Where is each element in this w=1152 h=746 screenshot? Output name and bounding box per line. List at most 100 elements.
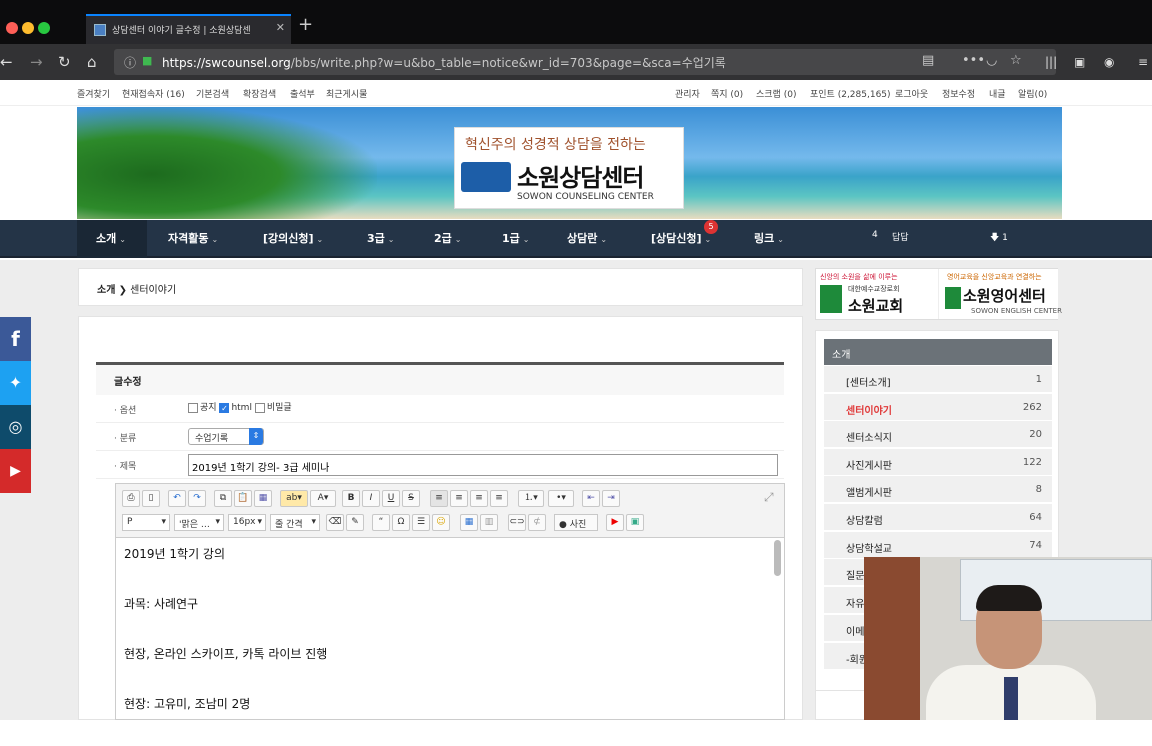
undo-icon[interactable]: ↶	[168, 490, 186, 507]
reload-icon[interactable]: ↻	[58, 53, 71, 71]
emoticon-icon[interactable]: ☺	[432, 514, 450, 531]
bold-icon[interactable]: B	[342, 490, 360, 507]
copy-icon[interactable]: ⧉	[214, 490, 232, 507]
editor-content[interactable]: 2019년 1학기 강의 과목: 사례연구 현장, 온라인 스카이프, 카톡 라…	[124, 546, 327, 746]
menu-icon[interactable]: ≡	[1138, 53, 1148, 71]
sidebar-toggle-icon[interactable]: ▣	[1074, 53, 1085, 71]
font-select[interactable]: '맑은 … ▾	[174, 514, 224, 531]
sidebar-item-counsel-column[interactable]: 상담칼럼 64	[824, 504, 1052, 531]
youtube-social-icon[interactable]: ▶	[0, 449, 31, 493]
toplink-my-posts[interactable]: 내글	[989, 87, 1006, 100]
church-ad[interactable]: 신앙의 소원을 삶에 이루는 대한예수교장로회 소원교회	[816, 269, 937, 319]
toplink-recent-posts[interactable]: 최근게시물	[326, 87, 367, 100]
eraser-icon[interactable]: ⌫	[326, 514, 344, 531]
horizontal-rule-icon[interactable]: ☰	[412, 514, 430, 531]
toplink-current-users[interactable]: 현재접속자 (16)	[122, 87, 185, 100]
browser-tab[interactable]: 상담센터 이야기 글수정 | 소원상담센 ✕	[86, 14, 291, 44]
sidebar-item-center-intro[interactable]: [센터소개] 1	[824, 366, 1052, 393]
redo-icon[interactable]: ↷	[188, 490, 206, 507]
menu-item-links[interactable]: 링크 ⌄	[754, 230, 784, 246]
account-icon[interactable]: ◉	[1104, 53, 1114, 71]
unordered-list-icon[interactable]: •▾	[548, 490, 574, 507]
strikethrough-icon[interactable]: S	[402, 490, 420, 507]
secret-checkbox[interactable]	[254, 402, 265, 413]
link-icon[interactable]: ⊂⊃	[508, 514, 526, 531]
blockquote-icon[interactable]: “	[372, 514, 390, 531]
expand-editor-icon[interactable]: ⤢	[764, 490, 774, 505]
close-window-icon[interactable]	[6, 22, 18, 34]
home-icon[interactable]: ⌂	[87, 53, 97, 71]
info-icon[interactable]: ⓘ	[124, 54, 136, 71]
format-painter-icon[interactable]: ✎	[346, 514, 364, 531]
underline-icon[interactable]: U	[382, 490, 400, 507]
sidebar-item-album-board[interactable]: 앨범게시판 8	[824, 476, 1052, 503]
toplink-edit-info[interactable]: 정보수정	[942, 87, 975, 100]
menu-item-qualification[interactable]: 자격활동 ⌄	[168, 230, 218, 246]
format-select[interactable]: P ▾	[122, 514, 170, 531]
close-tab-icon[interactable]: ✕	[276, 21, 285, 34]
editor-scrollbar[interactable]	[773, 540, 782, 720]
forward-icon[interactable]: →	[30, 53, 43, 71]
align-justify-icon[interactable]: ≡	[490, 490, 508, 507]
scrollbar-thumb[interactable]	[774, 540, 781, 576]
subject-input[interactable]: 2019년 1학기 강의- 3급 세미나	[188, 454, 778, 476]
menu-item-counsel[interactable]: 상담란 ⌄	[567, 230, 607, 246]
html-checkbox[interactable]: ✓	[219, 402, 230, 413]
menu-extra-label[interactable]: 답답	[892, 230, 909, 243]
youtube-icon[interactable]: ▶	[606, 514, 624, 531]
unlink-icon[interactable]: ⊄	[528, 514, 546, 531]
toplink-favorites[interactable]: 즐겨찾기	[77, 87, 110, 100]
library-icon[interactable]: |||	[1045, 53, 1057, 71]
menu-item-level2[interactable]: 2급 ⌄	[434, 230, 461, 246]
font-size-select[interactable]: 16px ▾	[228, 514, 266, 531]
italic-icon[interactable]: I	[362, 490, 380, 507]
minimize-window-icon[interactable]	[22, 22, 34, 34]
english-center-ad[interactable]: 영어교육을 신앙교육과 연결하는 소원영어센터 SOWON ENGLISH CE…	[938, 269, 1062, 319]
print-icon[interactable]: ⎙	[122, 490, 140, 507]
site-logo[interactable]: 혁신주의 성경적 상담을 전하는 소원상담센터 SOWON COUNSELING…	[454, 127, 684, 209]
page-actions-icon[interactable]: •••	[962, 53, 985, 68]
align-right-icon[interactable]: ≡	[470, 490, 488, 507]
back-icon[interactable]: ←	[0, 53, 13, 71]
breadcrumb-parent[interactable]: 소개	[97, 285, 115, 296]
select-all-icon[interactable]: ▦	[254, 490, 272, 507]
toplink-alerts[interactable]: 알림(0)	[1018, 87, 1047, 100]
twitter-icon[interactable]: ✦	[0, 361, 31, 405]
instagram-icon[interactable]: ◎	[0, 405, 31, 449]
image-icon[interactable]: ▣	[626, 514, 644, 531]
new-document-icon[interactable]: ▯	[142, 490, 160, 507]
line-height-select[interactable]: 줄 간격 ▾	[270, 514, 320, 531]
outdent-icon[interactable]: ⇤	[582, 490, 600, 507]
toplink-admin[interactable]: 관리자	[675, 87, 700, 100]
menu-item-level3[interactable]: 3급 ⌄	[367, 230, 394, 246]
new-tab-icon[interactable]: +	[298, 14, 313, 35]
toplink-logout[interactable]: 로그아웃	[895, 87, 928, 100]
toplink-scrap[interactable]: 스크랩 (0)	[756, 87, 796, 100]
font-color-icon[interactable]: A▾	[310, 490, 336, 507]
sidebar-item-counsel-sermon[interactable]: 상담학설교 74	[824, 532, 1052, 559]
align-left-icon[interactable]: ≡	[430, 490, 448, 507]
table-edit-icon[interactable]: ▥	[480, 514, 498, 531]
ordered-list-icon[interactable]: ⒈▾	[518, 490, 544, 507]
sidebar-item-newsletter[interactable]: 센터소식지 20	[824, 421, 1052, 448]
toplink-extended-search[interactable]: 확장검색	[243, 87, 276, 100]
toplink-attendance[interactable]: 출석부	[290, 87, 315, 100]
notice-checkbox[interactable]	[188, 402, 198, 413]
toplink-basic-search[interactable]: 기본검색	[196, 87, 229, 100]
paste-icon[interactable]: 📋	[234, 490, 252, 507]
indent-icon[interactable]: ⇥	[602, 490, 620, 507]
special-char-icon[interactable]: Ω	[392, 514, 410, 531]
menu-item-intro[interactable]: 소개 ⌄	[96, 230, 126, 246]
toplink-memo[interactable]: 쪽지 (0)	[711, 87, 743, 100]
facebook-icon[interactable]: f	[0, 317, 31, 361]
pocket-icon[interactable]: ◡	[986, 53, 997, 68]
maximize-window-icon[interactable]	[38, 22, 50, 34]
url-bar[interactable]: ⓘ ■ https://swcounsel.org/bbs/write.php?…	[114, 49, 1056, 75]
bookmark-star-icon[interactable]: ☆	[1010, 53, 1022, 68]
align-center-icon[interactable]: ≡	[450, 490, 468, 507]
menu-item-lecture-apply[interactable]: [강의신청] ⌄	[263, 230, 323, 246]
table-icon[interactable]: ▦	[460, 514, 478, 531]
menu-extra-right[interactable]: 🡇 1	[990, 230, 1008, 246]
highlight-color-icon[interactable]: ab▾	[280, 490, 308, 507]
menu-item-level1[interactable]: 1급 ⌄	[502, 230, 529, 246]
